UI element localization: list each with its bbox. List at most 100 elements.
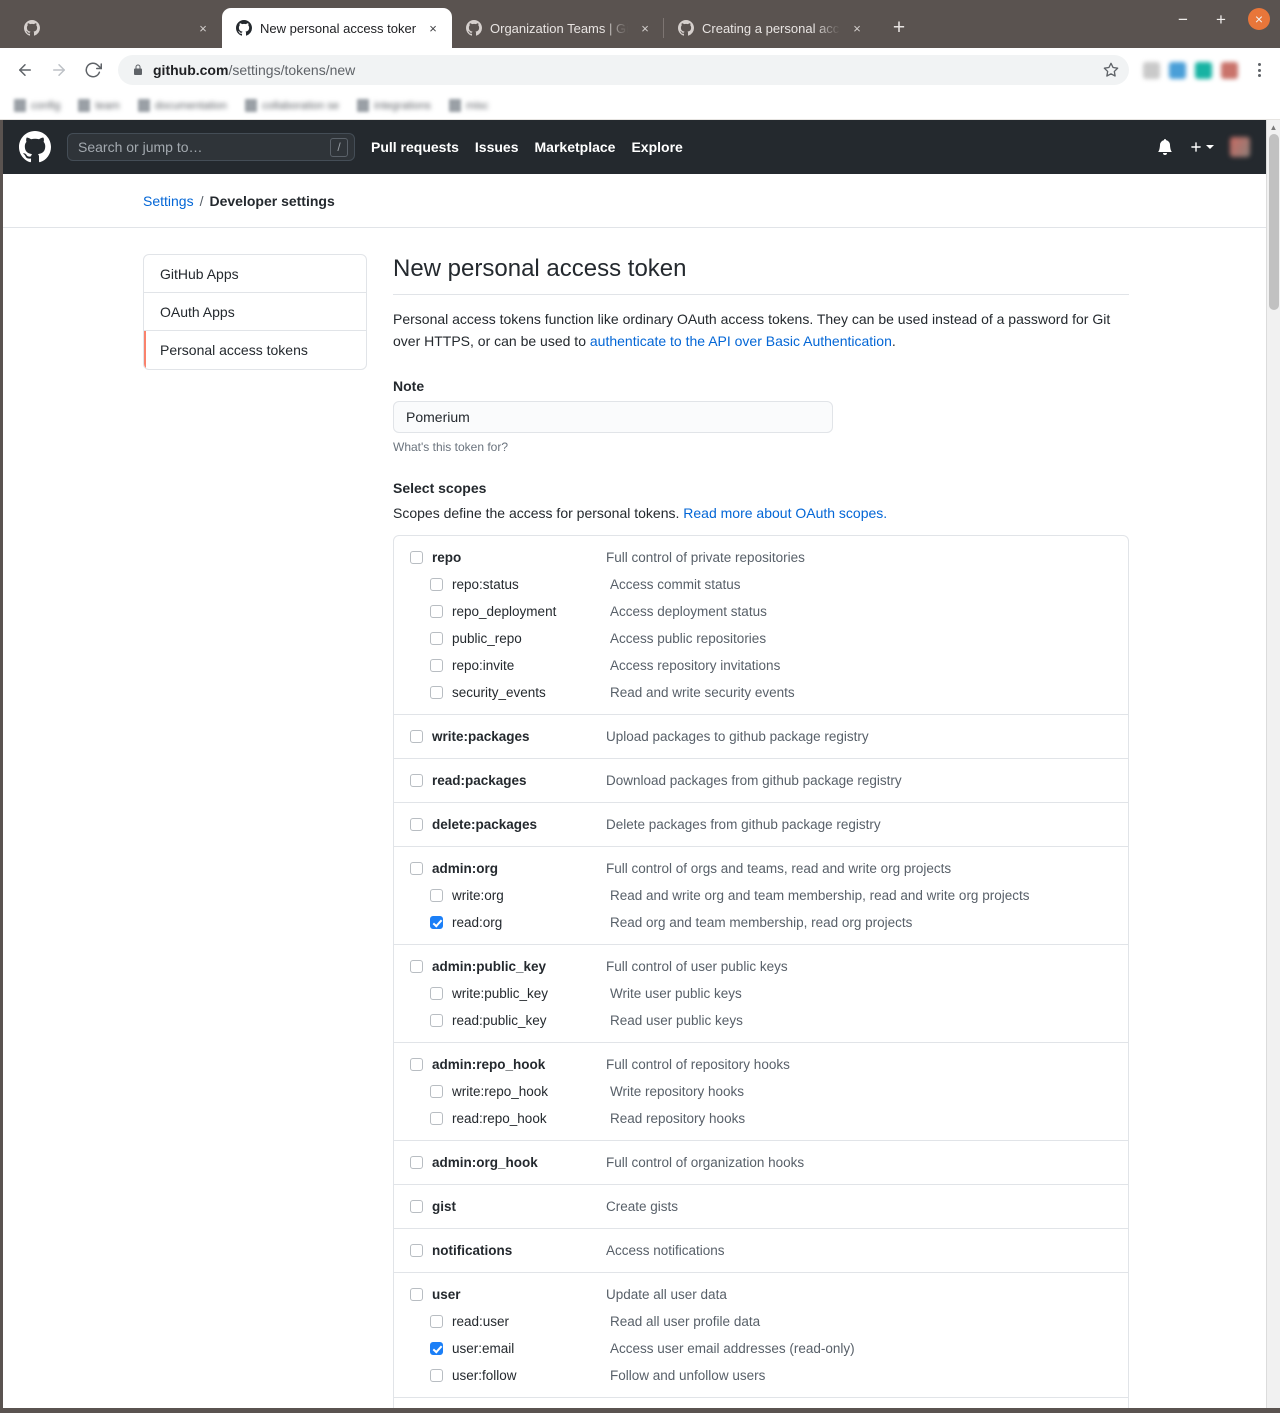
scope-checkbox-repo[interactable] [410, 551, 423, 565]
scope-checkbox-write-packages[interactable] [410, 730, 423, 744]
extension-icon-4[interactable] [1221, 61, 1238, 79]
scope-checkbox-write-repo-hook[interactable] [430, 1085, 443, 1099]
forward-button-icon[interactable] [44, 55, 74, 85]
notifications-bell-icon[interactable] [1157, 139, 1173, 155]
lock-icon [132, 63, 144, 77]
avatar[interactable] [1230, 137, 1250, 157]
search-shortcut-badge: / [330, 137, 348, 157]
scope-checkbox-read-public-key[interactable] [430, 1014, 443, 1028]
tab-close-icon[interactable]: × [636, 19, 654, 37]
address-bar[interactable]: github.com/settings/tokens/new [118, 55, 1129, 85]
extension-icon-1[interactable] [1143, 61, 1160, 79]
scope-row-admin-org[interactable]: admin:org Full control of orgs and teams,… [394, 855, 1128, 882]
scope-checkbox-read-org[interactable] [430, 916, 443, 930]
reload-button-icon[interactable] [78, 55, 108, 85]
bookmark-item[interactable]: team [78, 99, 120, 112]
bookmark-item[interactable]: config [14, 99, 60, 112]
nav-issues[interactable]: Issues [475, 139, 519, 155]
scope-checkbox-notifications[interactable] [410, 1244, 423, 1258]
browser-tab-3[interactable]: Creating a personal access to × [663, 8, 876, 48]
scope-checkbox-admin-org-hook[interactable] [410, 1156, 423, 1170]
extension-icon-2[interactable] [1169, 61, 1186, 79]
scope-checkbox-read-packages[interactable] [410, 774, 423, 788]
scope-checkbox-security-events[interactable] [430, 686, 443, 700]
scope-row-admin-repo-hook[interactable]: admin:repo_hook Full control of repositor… [394, 1051, 1128, 1078]
scope-row-admin-public-key[interactable]: admin:public_key Full control of user pub… [394, 953, 1128, 980]
nav-pull-requests[interactable]: Pull requests [371, 139, 459, 155]
scope-checkbox-public-repo[interactable] [430, 632, 443, 646]
bookmark-item[interactable]: integrations [357, 99, 431, 112]
create-new-menu[interactable] [1189, 140, 1214, 154]
nav-explore[interactable]: Explore [631, 139, 682, 155]
tab-close-icon[interactable]: × [194, 19, 212, 37]
sidebar-item-personal-access-tokens[interactable]: Personal access tokens [144, 331, 366, 369]
scope-row-read-repo-hook[interactable]: read:repo_hook Read repository hooks [394, 1105, 1128, 1132]
scope-row-public-repo[interactable]: public_repo Access public repositories [394, 625, 1128, 652]
window-maximize-button[interactable]: + [1210, 8, 1232, 30]
scope-row-user-follow[interactable]: user:follow Follow and unfollow users [394, 1362, 1128, 1389]
scrollbar-up-arrow-icon[interactable]: ▲ [1267, 120, 1280, 134]
scope-checkbox-write-org[interactable] [430, 889, 443, 903]
sidebar-item-github-apps[interactable]: GitHub Apps [144, 255, 366, 293]
scope-checkbox-repo-deployment[interactable] [430, 605, 443, 619]
github-logo-icon[interactable] [19, 131, 51, 163]
scope-row-security-events[interactable]: security_events Read and write security e… [394, 679, 1128, 706]
scope-row-user-email[interactable]: user:email Access user email addresses (r… [394, 1335, 1128, 1362]
extension-icon-3[interactable] [1195, 61, 1212, 79]
scope-checkbox-read-user[interactable] [430, 1315, 443, 1329]
scope-checkbox-user[interactable] [410, 1288, 423, 1302]
scope-row-write-packages[interactable]: write:packages Upload packages to github … [394, 723, 1128, 750]
basic-auth-link[interactable]: authenticate to the API over Basic Authe… [590, 333, 892, 349]
scope-checkbox-repo-invite[interactable] [430, 659, 443, 673]
scope-row-repo[interactable]: repo Full control of private repositories [394, 544, 1128, 571]
search-input[interactable]: Search or jump to… / [67, 133, 355, 161]
scope-checkbox-admin-repo-hook[interactable] [410, 1058, 423, 1072]
browser-tab-1-active[interactable]: New personal access token × [222, 8, 452, 48]
new-tab-button[interactable]: + [884, 13, 914, 43]
scope-checkbox-read-repo-hook[interactable] [430, 1112, 443, 1126]
sidebar-item-oauth-apps[interactable]: OAuth Apps [144, 293, 366, 331]
bookmark-item[interactable]: collaboration se [245, 99, 339, 112]
scope-row-write-org[interactable]: write:org Read and write org and team mem… [394, 882, 1128, 909]
scope-row-read-public-key[interactable]: read:public_key Read user public keys [394, 1007, 1128, 1034]
scope-row-repo-status[interactable]: repo:status Access commit status [394, 571, 1128, 598]
scope-checkbox-repo-status[interactable] [430, 578, 443, 592]
scope-row-write-public-key[interactable]: write:public_key Write user public keys [394, 980, 1128, 1007]
bookmark-item[interactable]: documentation [137, 99, 227, 112]
scope-row-read-user[interactable]: read:user Read all user profile data [394, 1308, 1128, 1335]
note-input[interactable] [393, 401, 833, 434]
scope-checkbox-write-public-key[interactable] [430, 987, 443, 1001]
scope-row-write-repo-hook[interactable]: write:repo_hook Write repository hooks [394, 1078, 1128, 1105]
browser-menu-icon[interactable] [1248, 63, 1270, 77]
nav-marketplace[interactable]: Marketplace [535, 139, 616, 155]
browser-tab-0[interactable]: × [10, 8, 222, 48]
oauth-scopes-link[interactable]: Read more about OAuth scopes. [683, 505, 887, 521]
window-close-button[interactable]: × [1248, 8, 1270, 30]
scope-row-admin-org-hook[interactable]: admin:org_hook Full control of organizati… [394, 1149, 1128, 1176]
scope-checkbox-admin-org[interactable] [410, 862, 423, 876]
bookmark-star-icon[interactable] [1103, 62, 1119, 78]
browser-tab-2[interactable]: Organization Teams | GitHub × [452, 8, 664, 48]
scope-row-repo-deployment[interactable]: repo_deployment Access deployment status [394, 598, 1128, 625]
back-button-icon[interactable] [10, 55, 40, 85]
scope-row-read-packages[interactable]: read:packages Download packages from gith… [394, 767, 1128, 794]
bookmark-item[interactable]: misc [448, 99, 489, 112]
page-scrollbar[interactable]: ▲ [1266, 120, 1280, 1408]
scope-row-repo-invite[interactable]: repo:invite Access repository invitations [394, 652, 1128, 679]
scrollbar-thumb[interactable] [1269, 134, 1279, 310]
tab-close-icon[interactable]: × [424, 19, 442, 37]
scope-row-gist[interactable]: gist Create gists [394, 1193, 1128, 1220]
breadcrumb-settings-link[interactable]: Settings [143, 193, 194, 209]
scope-checkbox-user-email[interactable] [430, 1342, 443, 1356]
scope-row-read-org[interactable]: read:org Read org and team membership, re… [394, 909, 1128, 936]
scope-row-delete-packages[interactable]: delete:packages Delete packages from gith… [394, 811, 1128, 838]
tab-close-icon[interactable]: × [848, 19, 866, 37]
scope-checkbox-gist[interactable] [410, 1200, 423, 1214]
scope-row-delete-repo[interactable]: delete_repoDelete repositories [394, 1406, 1128, 1408]
scope-checkbox-admin-public-key[interactable] [410, 960, 423, 974]
scope-checkbox-delete-packages[interactable] [410, 818, 423, 832]
scope-row-notifications[interactable]: notifications Access notifications [394, 1237, 1128, 1264]
scope-row-user[interactable]: user Update all user data [394, 1281, 1128, 1308]
scope-checkbox-user-follow[interactable] [430, 1369, 443, 1383]
window-minimize-button[interactable]: − [1172, 8, 1194, 30]
